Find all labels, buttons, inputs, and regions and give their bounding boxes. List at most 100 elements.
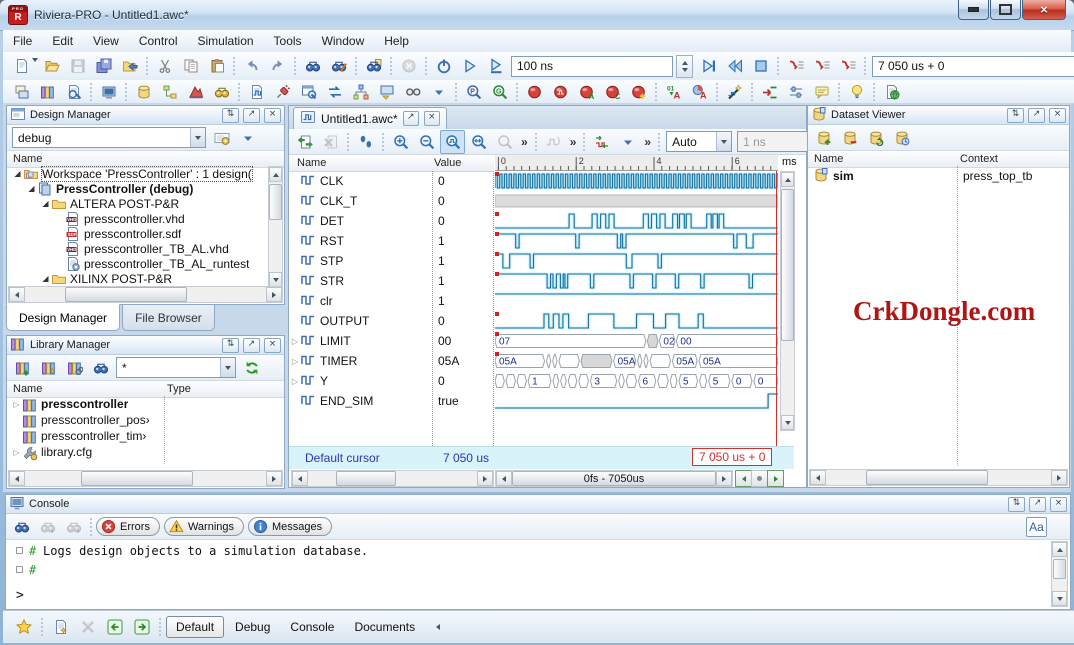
zoom-fit-icon[interactable] bbox=[440, 130, 465, 154]
goto-cursor-icon[interactable] bbox=[757, 81, 782, 103]
watch-list-icon[interactable] bbox=[296, 81, 321, 103]
doc-globe-icon[interactable] bbox=[879, 81, 904, 103]
menu-tools[interactable]: Tools bbox=[264, 31, 312, 51]
delete-perspective-icon[interactable] bbox=[75, 615, 100, 639]
library-attach-icon[interactable] bbox=[62, 356, 87, 380]
combo-box[interactable]: * bbox=[116, 357, 236, 378]
console-output[interactable]: #Logs design objects to a simulation dat… bbox=[6, 541, 1052, 579]
waveform-vscroll[interactable] bbox=[780, 171, 795, 431]
copy-window-icon[interactable] bbox=[9, 81, 34, 103]
restart-icon[interactable] bbox=[722, 54, 747, 78]
float-tab-button[interactable]: ↗ bbox=[403, 111, 419, 126]
waveform-document-tab[interactable]: Untitled1.awc* ↗ × bbox=[293, 107, 447, 129]
stop-find-icon[interactable] bbox=[396, 54, 421, 78]
expand-arrow-icon[interactable]: ▷ bbox=[11, 400, 22, 409]
radix-analog-icon[interactable]: A bbox=[687, 81, 712, 103]
new-waveform-icon[interactable] bbox=[244, 81, 269, 103]
wave-row-det[interactable] bbox=[495, 211, 778, 231]
library-item[interactable]: ▷library.cfg bbox=[8, 444, 282, 460]
wave-row-limit[interactable]: 070200 bbox=[495, 331, 778, 351]
wave-row-clr[interactable] bbox=[495, 291, 778, 311]
library-add-icon[interactable] bbox=[10, 356, 35, 380]
inspect-glasses-icon[interactable] bbox=[400, 81, 425, 103]
perspective-tab-debug[interactable]: Debug bbox=[226, 617, 279, 637]
perspective-tab-default[interactable]: Default bbox=[166, 616, 224, 638]
signal-row-det[interactable]: DET bbox=[289, 211, 432, 231]
signal-row-limit[interactable]: ▷LIMIT bbox=[289, 331, 432, 351]
caret-down-icon[interactable] bbox=[615, 130, 640, 154]
float-button[interactable]: ↗ bbox=[243, 108, 260, 123]
paste-icon[interactable] bbox=[204, 54, 229, 78]
expand-arrow-icon[interactable]: ◢ bbox=[12, 169, 23, 178]
library-tree-hscroll[interactable] bbox=[8, 470, 283, 487]
toolbar-field[interactable]: 7 050 us + 0 bbox=[872, 56, 1074, 77]
expand-arrow-icon[interactable]: ▷ bbox=[289, 377, 301, 386]
tab-design-manager[interactable]: Design Manager bbox=[6, 304, 120, 331]
filter-warnings-toggle[interactable]: Warnings bbox=[164, 517, 244, 536]
waveform-canvas[interactable]: 07020005A05A05A05A1365500 bbox=[495, 171, 778, 446]
wave-row-y[interactable]: 1365500 bbox=[495, 371, 778, 391]
preferences-icon[interactable] bbox=[783, 81, 808, 103]
autohide-button[interactable]: ⇅ bbox=[1007, 108, 1024, 123]
time-cursor-line[interactable] bbox=[776, 171, 777, 446]
spinner-control[interactable] bbox=[676, 55, 693, 78]
maximize-button[interactable] bbox=[990, 0, 1021, 20]
chevron-down-icon[interactable] bbox=[716, 132, 731, 151]
export-waveform-icon[interactable] bbox=[292, 130, 317, 154]
close-button[interactable]: × bbox=[1022, 0, 1066, 20]
float-button[interactable]: ↗ bbox=[243, 338, 260, 353]
chevron-down-icon[interactable] bbox=[32, 62, 38, 71]
chevron-down-icon[interactable] bbox=[190, 128, 205, 147]
wave-row-clk_t[interactable] bbox=[495, 191, 778, 211]
new-document-icon[interactable] bbox=[9, 54, 34, 78]
combo-box[interactable]: debug bbox=[12, 127, 206, 148]
trace-over-icon[interactable] bbox=[809, 54, 834, 78]
tree-item[interactable]: ◢XILINX POST-P&R bbox=[8, 271, 270, 286]
time-hscroll[interactable]: 0fs - 7050us bbox=[495, 470, 733, 487]
menu-help[interactable]: Help bbox=[374, 31, 419, 51]
zoom-full-icon[interactable] bbox=[466, 130, 491, 154]
filter-messages-toggle[interactable]: Messages bbox=[248, 517, 332, 536]
menu-window[interactable]: Window bbox=[312, 31, 375, 51]
signal-row-output[interactable]: OUTPUT bbox=[289, 311, 432, 331]
wave-row-timer[interactable]: 05A05A05A05A bbox=[495, 351, 778, 371]
undo-icon[interactable] bbox=[239, 54, 264, 78]
breakpoint-icon[interactable] bbox=[522, 81, 547, 103]
tree-item[interactable]: presscontroller_TB_AL_runtest bbox=[8, 256, 270, 271]
measure-waveform-icon[interactable] bbox=[589, 130, 614, 154]
find-icon[interactable] bbox=[300, 54, 325, 78]
find-icon[interactable] bbox=[9, 515, 34, 539]
console-vscroll[interactable] bbox=[1051, 541, 1068, 607]
hierarchy-viewer-icon[interactable] bbox=[157, 81, 182, 103]
nav-forward-icon[interactable] bbox=[129, 615, 154, 639]
zoom-out-icon[interactable] bbox=[414, 130, 439, 154]
save-icon[interactable] bbox=[65, 54, 90, 78]
close-panel-button[interactable]: × bbox=[1050, 497, 1067, 512]
radix-binary-icon[interactable]: 01A bbox=[661, 81, 686, 103]
dataset-remove-icon[interactable] bbox=[837, 126, 862, 150]
find-next-icon[interactable] bbox=[35, 515, 60, 539]
breakpoint-wave-icon[interactable] bbox=[548, 81, 573, 103]
zoom-profile-icon[interactable]: P bbox=[461, 81, 486, 103]
time-ruler[interactable]: 0246 bbox=[495, 155, 778, 171]
float-button[interactable]: ↗ bbox=[1028, 108, 1045, 123]
wave-row-end_sim[interactable] bbox=[495, 391, 778, 411]
minimize-button[interactable] bbox=[958, 0, 989, 20]
copy-icon[interactable] bbox=[178, 54, 203, 78]
tip-bulb-icon[interactable] bbox=[844, 81, 869, 103]
data-transfer-icon[interactable] bbox=[322, 81, 347, 103]
more-buttons-chevron[interactable]: » bbox=[567, 135, 580, 149]
structure-icon[interactable] bbox=[348, 81, 373, 103]
dataflow-icon[interactable] bbox=[374, 81, 399, 103]
signal-row-rst[interactable]: RST bbox=[289, 231, 432, 251]
tree-item[interactable]: VHDpresscontroller.vhd bbox=[8, 211, 270, 226]
dataset-add-icon[interactable] bbox=[811, 126, 836, 150]
doc-find-icon[interactable] bbox=[61, 81, 86, 103]
breakpoint-a-icon[interactable]: A bbox=[574, 81, 599, 103]
combo-box[interactable]: Auto bbox=[666, 131, 732, 152]
close-panel-button[interactable]: × bbox=[1049, 108, 1066, 123]
compare-waveform-icon[interactable] bbox=[541, 130, 566, 154]
expand-arrow-icon[interactable]: ▷ bbox=[289, 337, 301, 346]
wave-row-stp[interactable] bbox=[495, 251, 778, 271]
menu-simulation[interactable]: Simulation bbox=[188, 31, 264, 51]
